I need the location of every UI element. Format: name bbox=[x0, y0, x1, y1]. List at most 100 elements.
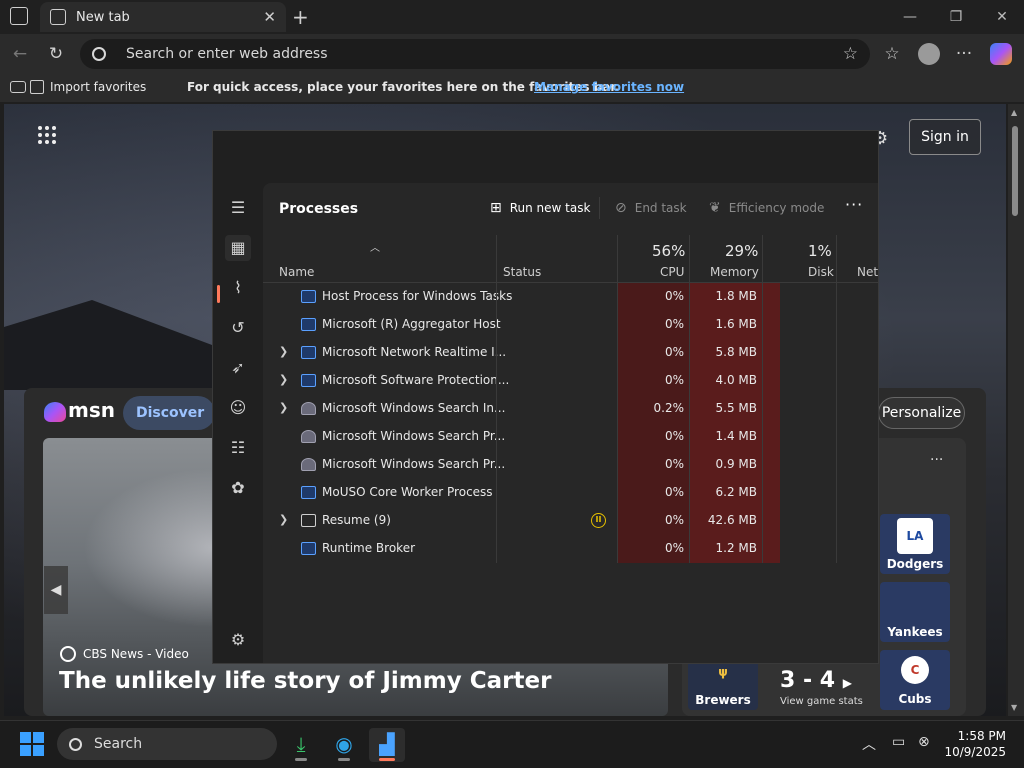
process-name: Microsoft Software Protection... bbox=[322, 373, 510, 387]
new-tab-plus-icon[interactable]: + bbox=[292, 5, 309, 29]
table-row[interactable]: ❯ Resume (9) II 0% 42.6 MB bbox=[263, 507, 878, 535]
sign-in-button[interactable]: Sign in bbox=[909, 119, 981, 155]
column-memory[interactable]: Memory bbox=[710, 265, 759, 279]
column-status[interactable]: Status bbox=[503, 265, 541, 279]
process-name: Microsoft Windows Search Pr... bbox=[322, 457, 506, 471]
view-game-stats-link[interactable]: View game stats bbox=[780, 696, 863, 707]
run-new-task-button[interactable]: ⊞ Run new task bbox=[490, 200, 590, 216]
table-row[interactable]: ❯ Microsoft Network Realtime I... 0% 5.8 MB bbox=[263, 339, 878, 367]
startup-apps-nav-icon[interactable]: ➶ bbox=[225, 355, 251, 381]
expand-chevron-icon[interactable]: ❯ bbox=[279, 373, 288, 386]
table-row[interactable]: Microsoft Windows Search Pr... 0% 1.4 MB bbox=[263, 423, 878, 451]
minimize-icon[interactable]: — bbox=[898, 6, 922, 28]
more-menu-icon[interactable]: ··· bbox=[952, 43, 976, 65]
table-row[interactable]: Runtime Broker 0% 1.2 MB bbox=[263, 535, 878, 563]
taskbar-clock[interactable]: 1:58 PM 10/9/2025 bbox=[940, 728, 1006, 760]
app-history-nav-icon[interactable]: ↺ bbox=[225, 315, 251, 341]
table-row[interactable]: ❯ Microsoft Software Protection... 0% 4.0 M… bbox=[263, 367, 878, 395]
import-favorites-button[interactable]: Import favorites bbox=[50, 80, 146, 94]
edge-app-icon[interactable]: ◉ bbox=[326, 728, 362, 762]
efficiency-leaf-icon: ❦ bbox=[709, 200, 721, 216]
restore-icon[interactable]: ❐ bbox=[944, 6, 968, 28]
hero-title[interactable]: The unlikely life story of Jimmy Carter bbox=[59, 668, 551, 694]
team-yankees[interactable]: Yankees bbox=[880, 582, 950, 642]
cpu-value: 0% bbox=[664, 457, 684, 471]
services-nav-icon[interactable]: ✿ bbox=[225, 475, 251, 501]
end-task-icon: ⊘ bbox=[615, 200, 627, 216]
refresh-icon[interactable]: ↻ bbox=[44, 43, 68, 65]
copilot-icon[interactable] bbox=[990, 43, 1012, 65]
team-cubs[interactable]: C Cubs bbox=[880, 650, 950, 710]
table-row[interactable]: Host Process for Windows Tasks 0% 1.8 MB bbox=[263, 283, 878, 311]
favorites-icon[interactable]: ☆ bbox=[880, 43, 904, 65]
details-nav-icon[interactable]: ☷ bbox=[225, 435, 251, 461]
score-arrow-icon: ▶ bbox=[842, 676, 852, 690]
sports-more-icon[interactable]: ··· bbox=[930, 452, 943, 468]
favorite-star-icon[interactable]: ☆ bbox=[843, 44, 858, 64]
show-hidden-icons[interactable]: ︿ bbox=[862, 734, 876, 754]
process-icon bbox=[301, 458, 316, 471]
personalize-button[interactable]: Personalize bbox=[878, 397, 965, 429]
carousel-prev-icon[interactable]: ◀ bbox=[44, 566, 68, 614]
volume-muted-icon[interactable]: ⊗ bbox=[918, 734, 930, 750]
more-options-icon[interactable]: ··· bbox=[845, 195, 863, 214]
column-header bbox=[263, 235, 878, 283]
memory-value: 5.5 MB bbox=[715, 401, 757, 415]
process-icon bbox=[301, 486, 316, 499]
column-network[interactable]: Netw bbox=[857, 265, 878, 279]
close-window-icon[interactable]: ✕ bbox=[990, 6, 1014, 28]
hamburger-menu-icon[interactable]: ☰ bbox=[225, 195, 251, 221]
task-manager-app-icon[interactable]: ▟ bbox=[369, 728, 405, 762]
scroll-down-icon[interactable]: ▼ bbox=[1011, 703, 1017, 712]
tab-actions-icon[interactable] bbox=[10, 7, 28, 25]
tab-title: New tab bbox=[76, 9, 130, 25]
table-row[interactable]: Microsoft (R) Aggregator Host 0% 1.6 MB bbox=[263, 311, 878, 339]
memory-value: 4.0 MB bbox=[715, 373, 757, 387]
taskbar-search[interactable]: Search bbox=[57, 728, 277, 760]
end-task-button[interactable]: ⊘ End task bbox=[615, 200, 687, 216]
game-score[interactable]: 3 - 4 ▶ bbox=[780, 668, 852, 693]
memory-value: 6.2 MB bbox=[715, 485, 757, 499]
expand-chevron-icon[interactable]: ❯ bbox=[279, 513, 288, 526]
performance-nav-icon[interactable]: ⌇ bbox=[225, 275, 251, 301]
back-arrow-icon[interactable]: ← bbox=[8, 43, 32, 65]
downloads-app-icon[interactable]: ⤓ bbox=[283, 728, 319, 762]
column-disk[interactable]: Disk bbox=[808, 265, 834, 279]
cpu-value: 0% bbox=[664, 317, 684, 331]
memory-total: 29% bbox=[725, 242, 759, 260]
table-row[interactable]: ❯ Microsoft Windows Search In... 0.2% 5.5 M… bbox=[263, 395, 878, 423]
efficiency-mode-button[interactable]: ❦ Efficiency mode bbox=[709, 200, 824, 216]
column-cpu[interactable]: CPU bbox=[660, 265, 684, 279]
task-manager-window: ☰ ▦ ⌇ ↺ ➶ ☺ ☷ ✿ ⚙ Processes ⊞ Run new ta… bbox=[212, 130, 879, 664]
cubs-logo-icon: C bbox=[901, 656, 929, 684]
windows-start-icon[interactable] bbox=[20, 732, 44, 756]
network-icon[interactable]: ▭ bbox=[892, 734, 905, 750]
table-row[interactable]: MoUSO Core Worker Process 0% 6.2 MB bbox=[263, 479, 878, 507]
reading-view-icon[interactable] bbox=[10, 81, 26, 93]
close-tab-icon[interactable]: ✕ bbox=[263, 8, 276, 26]
users-nav-icon[interactable]: ☺ bbox=[225, 395, 251, 421]
manage-favorites-link[interactable]: Manage favorites now bbox=[534, 80, 684, 94]
column-name[interactable]: Name bbox=[279, 265, 314, 279]
msn-logo[interactable]: msn bbox=[44, 398, 115, 422]
processes-nav-icon[interactable]: ▦ bbox=[225, 235, 251, 261]
profile-avatar[interactable] bbox=[918, 43, 940, 65]
browser-tab[interactable]: New tab ✕ bbox=[40, 2, 286, 32]
table-row[interactable]: Microsoft Windows Search Pr... 0% 0.9 MB bbox=[263, 451, 878, 479]
memory-value: 0.9 MB bbox=[715, 457, 757, 471]
column-divider bbox=[617, 235, 618, 563]
apps-grid-icon[interactable] bbox=[38, 126, 58, 146]
settings-nav-icon[interactable]: ⚙ bbox=[225, 627, 251, 653]
team-dodgers[interactable]: LA Dodgers bbox=[880, 514, 950, 574]
discover-tab[interactable]: Discover bbox=[123, 396, 215, 430]
scroll-up-icon[interactable]: ▲ bbox=[1011, 108, 1017, 117]
disk-total: 1% bbox=[808, 242, 832, 260]
expand-chevron-icon[interactable]: ❯ bbox=[279, 401, 288, 414]
scrollbar-thumb[interactable] bbox=[1012, 126, 1018, 216]
page-scrollbar[interactable]: ▲ ▼ bbox=[1008, 104, 1024, 716]
expand-chevron-icon[interactable]: ❯ bbox=[279, 345, 288, 358]
address-bar[interactable]: Search or enter web address ☆ bbox=[80, 39, 870, 69]
suspended-status-icon: II bbox=[591, 513, 606, 528]
cpu-value: 0% bbox=[664, 373, 684, 387]
dodgers-logo-icon: LA bbox=[897, 518, 933, 554]
